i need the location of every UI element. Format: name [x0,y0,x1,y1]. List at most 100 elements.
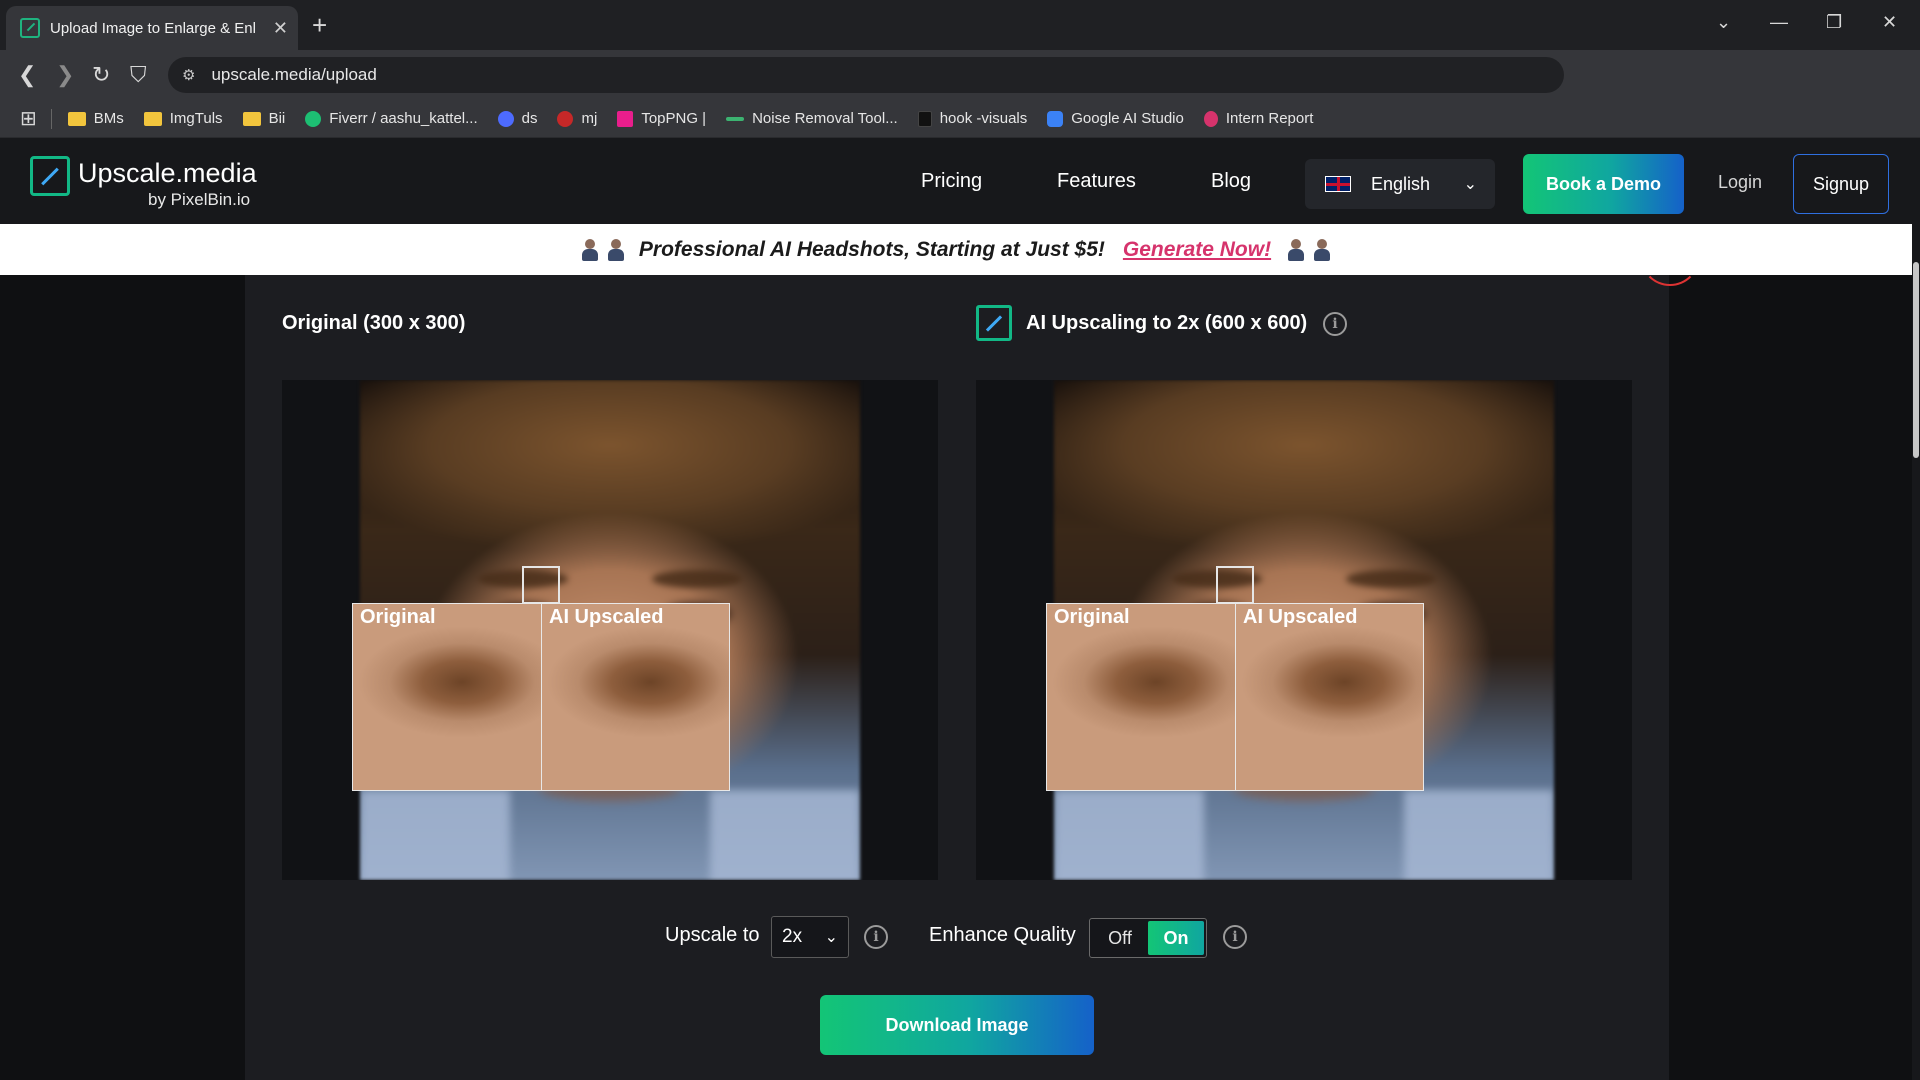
bookmark-label: Intern Report [1225,110,1314,127]
chevron-down-icon: ⌄ [1463,176,1477,193]
bookmark-label: Noise Removal Tool... [752,110,898,127]
bookmark-item[interactable]: Fiverr / aashu_kattel... [305,110,478,127]
login-link[interactable]: Login [1718,172,1762,193]
bookmarks-bar: ⊞ BMs ImgTuls Bii Fiverr / aashu_kattel.… [0,100,1920,138]
url-text[interactable]: upscale.media/upload [211,65,376,85]
bookmark-item[interactable]: Google AI Studio [1047,110,1184,127]
book-demo-button[interactable]: Book a Demo [1523,154,1684,214]
bookmark-item[interactable]: Noise Removal Tool... [726,110,898,127]
upscale-factor-select[interactable]: 2x ⌄ [771,916,849,958]
scrollbar-thumb[interactable] [1913,262,1919,458]
window-close-icon[interactable]: ✕ [1882,12,1897,33]
uk-flag-icon [1325,176,1351,192]
bookmark-label: BMs [93,110,124,127]
zoom-original-label: Original [1054,606,1130,628]
bookmark-label: Bii [268,110,286,127]
bookmark-label: ds [521,110,538,127]
zoom-target-box[interactable] [1216,566,1254,604]
person-emoji-icon [1288,238,1305,261]
bookmark-item[interactable]: ImgTuls [143,110,223,127]
photo-detail [360,790,510,880]
photo-detail [710,790,860,880]
nav-features[interactable]: Features [1057,170,1136,193]
tiktok-icon [917,110,932,127]
photo-detail [1054,790,1204,880]
bookmark-label: mj [581,110,598,127]
folder-icon [143,111,162,126]
back-icon[interactable]: ❮ [18,62,36,88]
bookmark-label: Google AI Studio [1071,110,1184,127]
chevron-down-icon: ⌄ [824,929,838,946]
toppng-icon [617,110,634,127]
nav-blog[interactable]: Blog [1211,170,1251,193]
info-icon[interactable]: i [1323,312,1347,336]
zoom-original-label: Original [360,606,436,628]
bookmark-item[interactable]: hook -visuals [917,110,1027,127]
report-icon [1203,110,1218,127]
folder-icon [242,111,261,126]
info-icon[interactable]: i [1223,925,1247,949]
browser-tab-strip: Upload Image to Enlarge & Enl ✕ + ⌄ — ❐ … [0,0,1920,50]
restore-icon[interactable]: ❐ [1826,12,1842,33]
apps-grid-icon[interactable]: ⊞ [20,106,37,131]
zoom-original: Original [1047,604,1235,790]
logo-subtitle: by PixelBin.io [148,190,251,209]
tab-title: Upload Image to Enlarge & Enl [50,19,256,37]
zoom-upscaled: AI Upscaled [1235,604,1423,790]
bookmark-icon[interactable]: ⛉ [130,62,147,88]
bookmark-label: ImgTuls [169,110,223,127]
signup-button[interactable]: Signup [1793,154,1889,214]
bookmark-item[interactable]: ds [497,110,538,127]
reload-icon[interactable]: ↻ [92,62,110,88]
info-icon[interactable]: i [864,925,888,949]
enhance-quality-toggle[interactable]: Off On [1089,918,1207,958]
upscale-value: 2x [782,926,803,947]
photo-detail [1346,570,1436,588]
browser-tab[interactable]: Upload Image to Enlarge & Enl ✕ [6,6,298,50]
bookmark-item[interactable]: Intern Report [1203,110,1314,127]
toggle-off-option[interactable]: Off [1092,921,1148,955]
toggle-on-option[interactable]: On [1148,921,1204,955]
new-tab-button[interactable]: + [312,10,327,41]
folder-icon [67,111,86,126]
original-title: Original (300 x 300) [282,312,466,334]
bookmark-item[interactable]: BMs [67,110,124,127]
zoom-comparison: Original AI Upscaled [1046,603,1424,791]
close-icon[interactable]: ✕ [273,18,288,39]
zoom-upscaled-label: AI Upscaled [549,606,664,628]
zoom-target-box[interactable] [522,566,560,604]
google-ai-studio-icon [1047,110,1064,127]
bookmarks-divider [50,108,52,129]
upscale-logo-icon [976,305,1012,341]
upscale-logo-icon[interactable] [30,156,70,196]
tab-search-chevron-icon[interactable]: ⌄ [1716,12,1731,33]
language-label: English [1371,173,1431,194]
photo-detail [652,570,742,588]
bookmark-item[interactable]: TopPNG | [617,110,706,127]
forward-icon[interactable]: ❯ [56,62,74,88]
address-bar[interactable]: ⚙ upscale.media/upload [168,57,1564,93]
browser-toolbar: ❮ ❯ ↻ ⛉ ⚙ upscale.media/upload ▭ ⇪ ⛨ ▲ ●… [0,50,1920,134]
upscale-favicon-icon [20,18,40,38]
language-select[interactable]: English ⌄ [1305,159,1495,209]
nav-pricing[interactable]: Pricing [921,170,982,193]
zoom-upscaled-label: AI Upscaled [1243,606,1358,628]
bookmark-label: Fiverr / aashu_kattel... [329,110,478,127]
promo-banner: Professional AI Headshots, Starting at J… [0,224,1912,275]
noise-icon [726,116,745,121]
logo-name[interactable]: Upscale.media [78,158,257,189]
zoom-upscaled: AI Upscaled [541,604,729,790]
photo-detail [1404,790,1554,880]
person-emoji-icon [1314,238,1331,261]
enhance-quality-label: Enhance Quality [929,924,1076,946]
upscaled-title: AI Upscaling to 2x (600 x 600) [1026,312,1308,334]
bookmark-item[interactable]: mj [557,110,597,127]
download-image-button[interactable]: Download Image [820,995,1094,1055]
zoom-comparison: Original AI Upscaled [352,603,730,791]
minimize-icon[interactable]: — [1770,12,1788,33]
bookmark-item[interactable]: Bii [242,110,286,127]
upscale-label: Upscale to [665,924,760,946]
generate-now-link[interactable]: Generate Now! [1123,238,1271,262]
site-info-icon[interactable]: ⚙ [182,66,195,84]
zoom-original: Original [353,604,541,790]
